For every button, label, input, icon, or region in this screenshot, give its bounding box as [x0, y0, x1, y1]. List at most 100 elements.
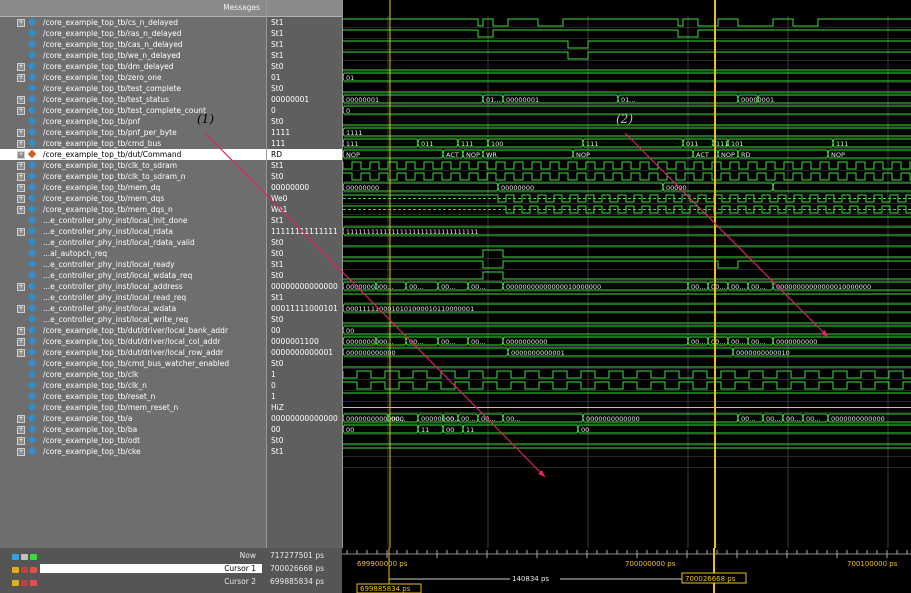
signal-value-row[interactable]: RD — [267, 149, 343, 160]
signal-value-row[interactable]: 1 — [267, 369, 343, 380]
signal-row[interactable]: + /core_example_top_tb/clk_to_sdram — [0, 160, 266, 171]
signal-row[interactable]: + /core_example_top_tb/mem_dqs_n — [0, 204, 266, 215]
signal-row[interactable]: + /core_example_top_tb/test_complete_coun… — [0, 105, 266, 116]
signal-value-row[interactable]: 00 — [267, 424, 343, 435]
signal-value-row[interactable]: 0 — [267, 105, 343, 116]
signal-row[interactable]: ...e_controller_phy_inst/local_rdata_val… — [0, 237, 266, 248]
cursor2-icons[interactable] — [12, 578, 42, 586]
expand-icon[interactable]: + — [17, 206, 25, 214]
signal-value-row[interactable]: 00011111000101 — [267, 303, 343, 314]
signal-value-row[interactable]: 00000001 — [267, 94, 343, 105]
signal-row[interactable]: ...e_controller_phy_inst/local_write_req — [0, 314, 266, 325]
expand-icon[interactable]: + — [17, 195, 25, 203]
signal-row[interactable]: + /core_example_top_tb/dut/Command — [0, 149, 266, 160]
signal-value-row[interactable]: St0 — [267, 171, 343, 182]
signal-value-row[interactable]: St1 — [267, 446, 343, 457]
signal-value-row[interactable]: 11111111111111 — [267, 226, 343, 237]
signal-value-row[interactable]: 00000000 — [267, 182, 343, 193]
timeline[interactable]: 699900000 ps 700000000 ps 700100000 ps 1408… — [342, 548, 911, 593]
signal-value-row[interactable]: St0 — [267, 314, 343, 325]
signal-value-row[interactable]: St1 — [267, 160, 343, 171]
signal-row[interactable]: + /core_example_top_tb/clk_to_sdram_n — [0, 171, 266, 182]
signal-row[interactable]: /core_example_top_tb/test_complete — [0, 83, 266, 94]
expand-icon[interactable]: + — [17, 228, 25, 236]
expand-icon[interactable]: + — [17, 19, 25, 27]
signal-value-row[interactable]: St0 — [267, 358, 343, 369]
signal-value-row[interactable]: 0000000000001 — [267, 347, 343, 358]
now-row-icons[interactable] — [12, 552, 42, 560]
signal-value-row[interactable]: 0000001100 — [267, 336, 343, 347]
signal-value-row[interactable]: St1 — [267, 39, 343, 50]
expand-icon[interactable]: + — [17, 426, 25, 434]
signal-row[interactable]: ...e_controller_phy_inst/local_wdata_req — [0, 270, 266, 281]
cursor1-icons[interactable] — [12, 565, 42, 573]
expand-icon[interactable]: + — [17, 327, 25, 335]
signal-value-row[interactable]: 111 — [267, 138, 343, 149]
wave-canvas[interactable]: 0100000001 01... 00000001 01... 000000010111… — [341, 0, 911, 548]
expand-icon[interactable]: + — [17, 96, 25, 104]
expand-icon[interactable]: + — [17, 129, 25, 137]
signal-value-row[interactable]: St0 — [267, 237, 343, 248]
signal-row[interactable]: ...al_autopch_req — [0, 248, 266, 259]
signal-value-row[interactable]: St1 — [267, 292, 343, 303]
signal-value-row[interactable]: St1 — [267, 17, 343, 28]
signal-value-row[interactable]: 1111 — [267, 127, 343, 138]
signal-row[interactable]: + /core_example_top_tb/dut/driver/local_c… — [0, 336, 266, 347]
expand-icon[interactable]: + — [17, 74, 25, 82]
signal-value-row[interactable]: St1 — [267, 215, 343, 226]
signal-row[interactable]: /core_example_top_tb/clk — [0, 369, 266, 380]
timeline-canvas[interactable]: 699900000 ps 700000000 ps 700100000 ps 1408… — [342, 548, 911, 593]
signal-value-row[interactable]: St1 — [267, 259, 343, 270]
signal-value-row[interactable]: 01 — [267, 72, 343, 83]
signal-row[interactable]: /core_example_top_tb/cmd_bus_watcher_ena… — [0, 358, 266, 369]
signal-row[interactable]: /core_example_top_tb/pnf — [0, 116, 266, 127]
signal-value-row[interactable]: St0 — [267, 83, 343, 94]
signal-row[interactable]: + /core_example_top_tb/dut/driver/local_r… — [0, 347, 266, 358]
signal-value-row[interactable]: St0 — [267, 61, 343, 72]
signal-row[interactable]: /core_example_top_tb/we_n_delayed — [0, 50, 266, 61]
expand-icon[interactable]: + — [17, 151, 25, 159]
expand-icon[interactable]: + — [17, 448, 25, 456]
signal-row[interactable]: + /core_example_top_tb/mem_dq — [0, 182, 266, 193]
wave-pane[interactable]: 01 00000001 01... 00000001 01... 00000001 0 111… — [341, 0, 911, 548]
expand-icon[interactable]: + — [17, 107, 25, 115]
signal-value-row[interactable]: 0 — [267, 380, 343, 391]
signal-value-row[interactable]: St0 — [267, 116, 343, 127]
signal-row[interactable]: /core_example_top_tb/cas_n_delayed — [0, 39, 266, 50]
signal-row[interactable]: + /core_example_top_tb/odt — [0, 435, 266, 446]
signal-value-row[interactable]: HiZ — [267, 402, 343, 413]
signal-row[interactable]: + /core_example_top_tb/pnf_per_byte — [0, 127, 266, 138]
expand-icon[interactable]: + — [17, 338, 25, 346]
signal-value-row[interactable]: St0 — [267, 270, 343, 281]
expand-icon[interactable]: + — [17, 349, 25, 357]
signal-value-row[interactable]: 00 — [267, 325, 343, 336]
signal-value-row[interactable]: St1 — [267, 28, 343, 39]
signal-row[interactable]: + /core_example_top_tb/dut/driver/local_b… — [0, 325, 266, 336]
signal-value-row[interactable]: We0 — [267, 193, 343, 204]
signal-value-row[interactable]: 1 — [267, 391, 343, 402]
signal-row[interactable]: ...e_controller_phy_inst/local_ready — [0, 259, 266, 270]
signal-value-row[interactable]: St1 — [267, 50, 343, 61]
expand-icon[interactable]: + — [17, 173, 25, 181]
signal-row[interactable]: ...e_controller_phy_inst/local_init_done — [0, 215, 266, 226]
signal-row[interactable]: + ...e_controller_phy_inst/local_wdata — [0, 303, 266, 314]
signal-row[interactable]: + /core_example_top_tb/mem_dqs — [0, 193, 266, 204]
signal-row[interactable]: + /core_example_top_tb/cmd_bus — [0, 138, 266, 149]
signal-row[interactable]: + ...e_controller_phy_inst/local_rdata — [0, 226, 266, 237]
expand-icon[interactable]: + — [17, 437, 25, 445]
signal-row[interactable]: /core_example_top_tb/ras_n_delayed — [0, 28, 266, 39]
expand-icon[interactable]: + — [17, 63, 25, 71]
signal-value-row[interactable]: 00000000000000 — [267, 413, 343, 424]
signal-row[interactable]: /core_example_top_tb/mem_reset_n — [0, 402, 266, 413]
signal-row[interactable]: ...e_controller_phy_inst/local_read_req — [0, 292, 266, 303]
expand-icon[interactable]: + — [17, 140, 25, 148]
expand-icon[interactable]: + — [17, 283, 25, 291]
signal-row[interactable]: + /core_example_top_tb/test_status — [0, 94, 266, 105]
expand-icon[interactable]: + — [17, 162, 25, 170]
signal-row[interactable]: + /core_example_top_tb/ba — [0, 424, 266, 435]
signal-row[interactable]: + /core_example_top_tb/dm_delayed — [0, 61, 266, 72]
signal-row[interactable]: + /core_example_top_tb/zero_one — [0, 72, 266, 83]
signal-row[interactable]: /core_example_top_tb/reset_n — [0, 391, 266, 402]
expand-icon[interactable]: + — [17, 305, 25, 313]
signal-row[interactable]: + ...e_controller_phy_inst/local_address — [0, 281, 266, 292]
